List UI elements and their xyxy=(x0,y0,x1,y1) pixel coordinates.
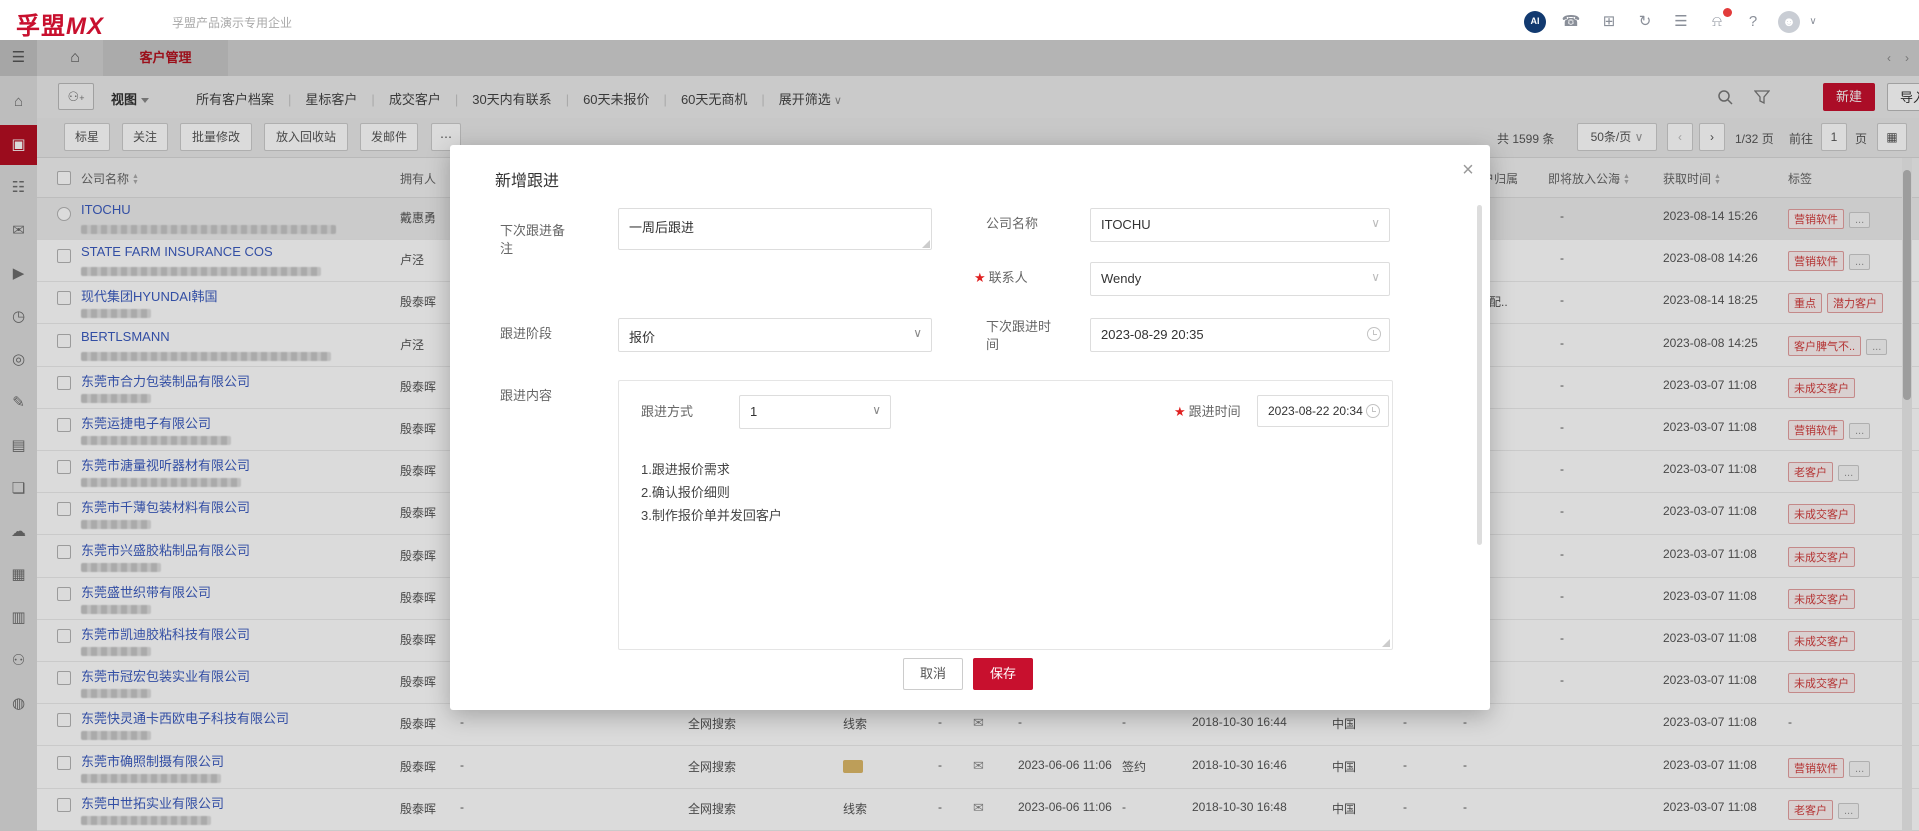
resize-handle[interactable] xyxy=(1382,639,1390,647)
next-time-label: 下次跟进时间 xyxy=(986,318,1058,354)
modal-scrollbar[interactable] xyxy=(1477,205,1482,545)
logo: 孚盟MX xyxy=(16,6,104,41)
add-followup-modal: 新增跟进 × 下次跟进备注 一周后跟进 公司名称 ITOCHU∨ ★联系人 We… xyxy=(450,145,1490,710)
content-box: 跟进方式 1∨ ★跟进时间 2023-08-22 20:34 1.跟进报价需求 2… xyxy=(618,380,1393,650)
save-button[interactable]: 保存 xyxy=(973,658,1033,690)
content-line: 2.确认报价细则 xyxy=(641,482,730,501)
stage-select[interactable]: 报价∨ xyxy=(618,318,932,352)
company-input[interactable]: ITOCHU∨ xyxy=(1090,208,1390,242)
chevron-down-icon: ∨ xyxy=(872,403,881,417)
headset-icon[interactable]: ☎ xyxy=(1560,11,1582,33)
top-bar: 孚盟MX 孚盟产品演示专用企业 AI ☎ ⊞ ↻ ☰ ⍾? ☻∨ xyxy=(0,0,1919,40)
chevron-down-icon[interactable]: ∨ xyxy=(1802,11,1824,33)
required-star: ★ xyxy=(1174,404,1186,419)
chevron-down-icon: ∨ xyxy=(913,326,922,340)
time-input[interactable]: 2023-08-22 20:34 xyxy=(1257,395,1389,427)
bell-icon[interactable]: ⍾ xyxy=(1706,11,1728,33)
required-star: ★ xyxy=(974,270,986,285)
company-label: 公司名称 xyxy=(986,215,1038,233)
method-select[interactable]: 1∨ xyxy=(739,395,891,429)
chevron-down-icon: ∨ xyxy=(1371,216,1380,230)
avatar[interactable]: ☻ xyxy=(1778,11,1800,33)
list-icon[interactable]: ☰ xyxy=(1670,11,1692,33)
method-label: 跟进方式 xyxy=(641,403,693,421)
close-icon[interactable]: × xyxy=(1455,157,1481,183)
stage-label: 跟进阶段 xyxy=(500,325,552,343)
apps-grid-icon[interactable]: ⊞ xyxy=(1598,11,1620,33)
clock-icon xyxy=(1367,327,1381,341)
content-line: 3.制作报价单并发回客户 xyxy=(641,505,782,524)
app-root: 孚盟MX 孚盟产品演示专用企业 AI☎⊞↻☰⍾?☻∨ ☰ ⌂ 客户管理 ‹ › … xyxy=(0,0,1919,831)
content-label: 跟进内容 xyxy=(500,387,552,405)
company-name: 孚盟产品演示专用企业 xyxy=(172,14,292,31)
contact-select[interactable]: Wendy∨ xyxy=(1090,262,1390,296)
help-icon[interactable]: ? xyxy=(1742,11,1764,33)
next-note-label: 下次跟进备注 xyxy=(500,222,575,258)
ai-icon[interactable]: AI xyxy=(1524,11,1546,33)
next-time-input[interactable]: 2023-08-29 20:35 xyxy=(1090,318,1390,352)
cancel-button[interactable]: 取消 xyxy=(903,658,963,690)
resize-handle[interactable] xyxy=(922,240,930,248)
next-note-textarea[interactable]: 一周后跟进 xyxy=(618,208,932,250)
modal-title: 新增跟进 xyxy=(495,167,559,191)
contact-label: ★联系人 xyxy=(974,269,1028,287)
notification-badge xyxy=(1723,8,1732,17)
time-label: ★跟进时间 xyxy=(1174,403,1241,421)
content-line: 1.跟进报价需求 xyxy=(641,459,730,478)
chevron-down-icon: ∨ xyxy=(1371,270,1380,284)
clock-icon xyxy=(1366,404,1380,418)
refresh-icon[interactable]: ↻ xyxy=(1634,11,1656,33)
